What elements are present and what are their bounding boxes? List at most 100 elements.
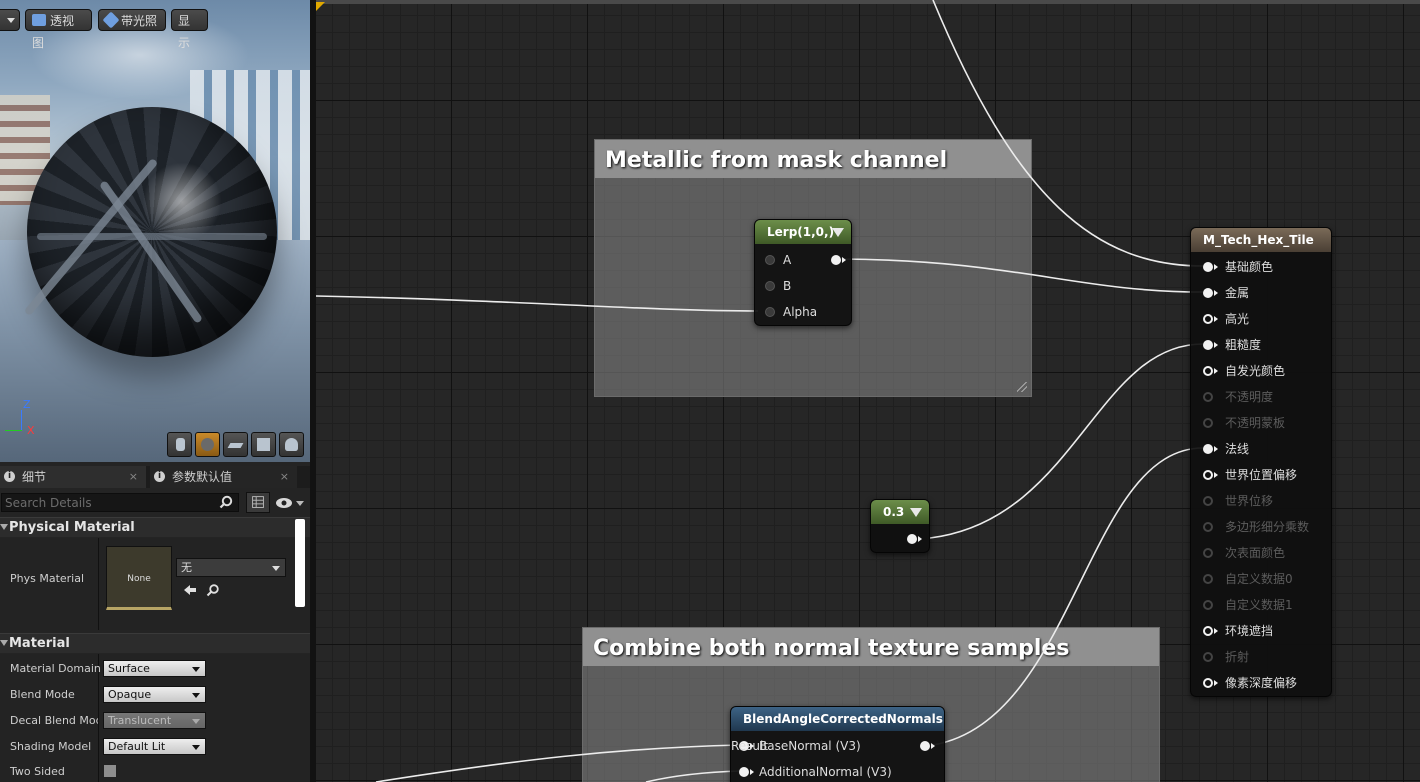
- output-pin-dot[interactable]: [831, 255, 841, 265]
- input-arrow-icon: [750, 769, 754, 775]
- input-pin-b[interactable]: [765, 281, 775, 291]
- result-pin-row[interactable]: 基础颜色: [1203, 257, 1273, 277]
- section-material[interactable]: Material: [0, 633, 310, 653]
- preview-sphere-button[interactable]: [195, 432, 220, 457]
- close-icon[interactable]: ×: [280, 466, 289, 488]
- pin-additional-normal[interactable]: AdditionalNormal (V3): [739, 762, 892, 782]
- visibility-eye-icon[interactable]: [274, 495, 306, 511]
- material-graph-canvas[interactable]: Metallic from mask channel Combine both …: [316, 0, 1420, 782]
- phys-material-thumbnail[interactable]: None: [106, 546, 172, 610]
- search-details-input[interactable]: [1, 493, 239, 512]
- input-pin-a[interactable]: [765, 255, 775, 265]
- node-header[interactable]: M_Tech_Hex_Tile: [1191, 228, 1331, 252]
- result-pin-row[interactable]: 金属: [1203, 283, 1249, 303]
- details-scrollbar[interactable]: [295, 519, 305, 607]
- input-pin-additional-normal[interactable]: [739, 767, 749, 777]
- constant-node[interactable]: 0.3: [870, 499, 930, 553]
- result-pin-row[interactable]: 世界位置偏移: [1203, 465, 1297, 485]
- input-pin: [1203, 600, 1213, 610]
- axis-y-line: [5, 430, 22, 431]
- pin-label: 环境遮挡: [1225, 624, 1274, 638]
- node-header[interactable]: Lerp(1,0,): [755, 220, 851, 244]
- node-header[interactable]: 0.3: [871, 500, 929, 524]
- chevron-down-icon: [192, 745, 200, 750]
- use-selected-arrow-icon[interactable]: [183, 583, 197, 597]
- output-arrow-icon: [931, 743, 935, 749]
- expand-arrow-icon: [0, 524, 8, 530]
- section-physical-material[interactable]: Physical Material: [0, 517, 310, 537]
- result-pin-row: 不透明度: [1203, 387, 1273, 407]
- property-matrix-button[interactable]: [246, 492, 270, 513]
- left-panel: 透视图 带光照 显示 Z X i 细节 × i 参数默认值 × Search D…: [0, 0, 312, 782]
- result-pin-row[interactable]: 环境遮挡: [1203, 621, 1273, 641]
- input-pin: [1203, 418, 1213, 428]
- result-pin-row[interactable]: 粗糙度: [1203, 335, 1261, 355]
- material-preview-viewport[interactable]: 透视图 带光照 显示 Z X: [0, 0, 310, 462]
- pin-alpha[interactable]: Alpha: [765, 302, 817, 322]
- pin-label: 自定义数据1: [1225, 598, 1293, 612]
- collapse-arrow-icon[interactable]: [832, 228, 844, 237]
- pin-label: 自发光颜色: [1225, 364, 1286, 378]
- cylinder-icon: [176, 438, 185, 451]
- two-sided-checkbox[interactable]: [103, 764, 117, 778]
- pin-label: A: [783, 253, 792, 267]
- viewport-options-dropdown[interactable]: [0, 9, 20, 31]
- input-pin: [1203, 548, 1213, 558]
- input-pin[interactable]: [1203, 470, 1213, 480]
- preview-plane-button[interactable]: [223, 432, 248, 457]
- lit-mode-button[interactable]: 带光照: [98, 9, 166, 31]
- material-domain-combo[interactable]: Surface: [103, 660, 206, 677]
- tab-details[interactable]: i 细节 ×: [0, 466, 146, 488]
- preview-cylinder-button[interactable]: [167, 432, 192, 457]
- input-pin[interactable]: [1203, 444, 1213, 454]
- preview-sphere: [23, 107, 277, 357]
- perspective-button[interactable]: 透视图: [25, 9, 92, 50]
- pin-b[interactable]: B: [765, 276, 791, 296]
- browse-search-icon[interactable]: [206, 583, 220, 597]
- pin-label: 次表面颜色: [1225, 546, 1286, 560]
- lerp-node[interactable]: Lerp(1,0,) A B Alpha: [754, 219, 852, 326]
- output-pin-result[interactable]: [920, 741, 930, 751]
- input-pin[interactable]: [1203, 366, 1213, 376]
- input-pin: [1203, 522, 1213, 532]
- pin-a[interactable]: A: [765, 250, 791, 270]
- shading-model-label: Shading Model: [10, 740, 92, 753]
- result-pin-row[interactable]: 像素深度偏移: [1203, 673, 1297, 693]
- pin-label: Alpha: [783, 305, 818, 319]
- preview-mesh-button[interactable]: [279, 432, 304, 457]
- blend-mode-label: Blend Mode: [10, 688, 75, 701]
- decal-blend-mode-combo[interactable]: Translucent: [103, 712, 206, 729]
- input-pin[interactable]: [1203, 626, 1213, 636]
- chevron-down-icon: [192, 667, 200, 672]
- preview-cube-button[interactable]: [251, 432, 276, 457]
- node-header[interactable]: BlendAngleCorrectedNormals: [731, 707, 944, 731]
- input-pin: [1203, 574, 1213, 584]
- axis-z-label: Z: [23, 398, 31, 411]
- input-pin[interactable]: [1203, 678, 1213, 688]
- input-pin[interactable]: [1203, 314, 1213, 324]
- input-pin-alpha[interactable]: [765, 307, 775, 317]
- tab-parameter-defaults[interactable]: i 参数默认值 ×: [150, 466, 297, 488]
- input-pin[interactable]: [1203, 340, 1213, 350]
- two-sided-label: Two Sided: [10, 765, 65, 778]
- result-pin-row[interactable]: 自发光颜色: [1203, 361, 1285, 381]
- wire-additional-normal: [645, 770, 741, 782]
- blend-mode-combo[interactable]: Opaque: [103, 686, 206, 703]
- output-pin[interactable]: [907, 534, 917, 544]
- input-pin[interactable]: [1203, 262, 1213, 272]
- result-pin-row[interactable]: 法线: [1203, 439, 1249, 459]
- input-pin[interactable]: [1203, 288, 1213, 298]
- input-arrow-icon: [1214, 628, 1218, 634]
- blend-angle-corrected-normals-node[interactable]: BlendAngleCorrectedNormals BaseNormal (V…: [730, 706, 945, 782]
- result-pin-row[interactable]: 高光: [1203, 309, 1249, 329]
- material-result-node[interactable]: M_Tech_Hex_Tile 基础颜色 金属 高光 粗糙度 自发光颜色 不透明度 不透明蒙…: [1190, 227, 1332, 697]
- pin-label: 世界位移: [1225, 494, 1274, 508]
- search-icon[interactable]: [219, 495, 233, 509]
- close-icon[interactable]: ×: [129, 466, 138, 488]
- collapse-arrow-icon[interactable]: [910, 508, 922, 517]
- pin-result[interactable]: Result: [731, 736, 936, 756]
- phys-material-combo[interactable]: 无: [176, 558, 286, 577]
- node-title: BlendAngleCorrectedNormals: [743, 712, 943, 726]
- shading-model-combo[interactable]: Default Lit: [103, 738, 206, 755]
- show-button[interactable]: 显示: [171, 9, 208, 50]
